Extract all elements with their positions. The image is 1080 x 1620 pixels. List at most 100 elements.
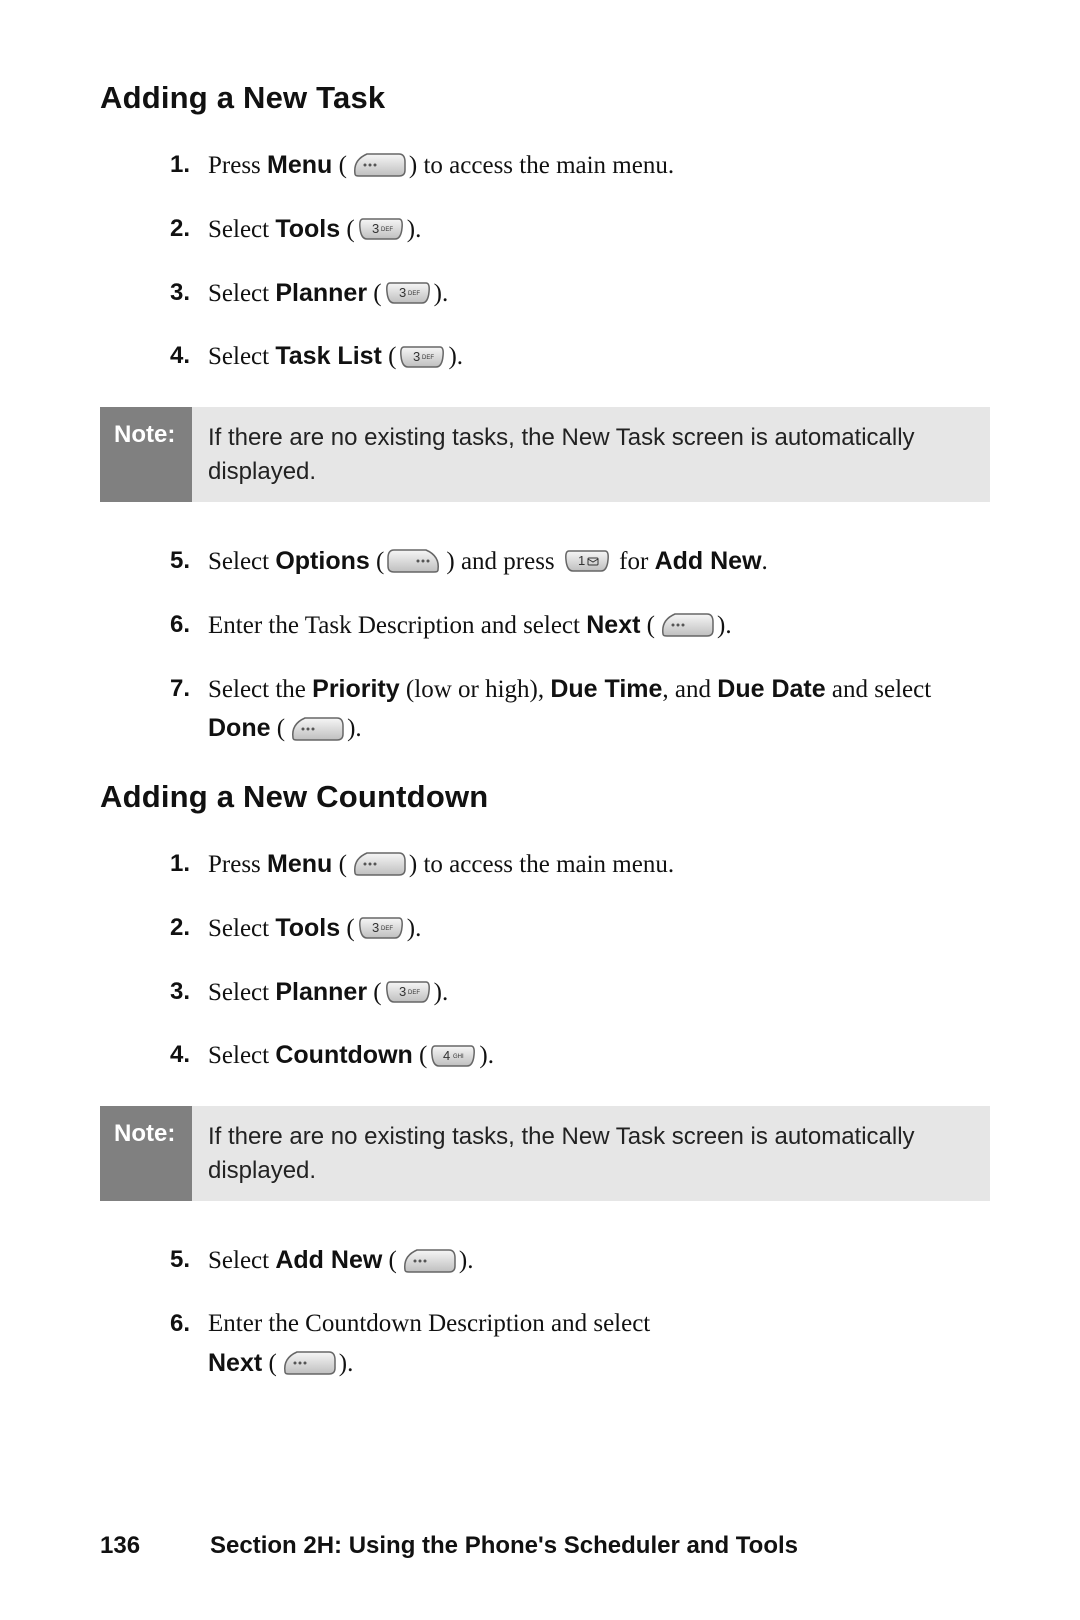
paren-close: ) xyxy=(446,548,454,575)
step-text: . xyxy=(762,548,768,575)
step-text: Select xyxy=(208,1247,275,1274)
step-bold: Tools xyxy=(275,215,340,243)
step-text: and press xyxy=(455,548,561,575)
step-bold: Add New xyxy=(655,547,762,575)
step-text: to access the main menu. xyxy=(423,152,674,179)
step-text: Select xyxy=(208,343,275,370)
step-item: 4. Select Task List (3DEF). xyxy=(170,337,990,377)
svg-text:DEF: DEF xyxy=(381,926,393,932)
paren-close: ) xyxy=(479,1042,487,1069)
step-item: 5. Select Add New (). xyxy=(170,1241,990,1281)
heading-adding-new-countdown: Adding a New Countdown xyxy=(100,779,990,815)
softkey-left-icon xyxy=(349,849,407,879)
paren-open: ( xyxy=(389,1247,397,1274)
step-text: Press xyxy=(208,851,267,878)
svg-text:4: 4 xyxy=(443,1048,450,1063)
step-text: . xyxy=(467,1247,473,1274)
step-text: . xyxy=(442,280,448,307)
step-item: 3. Select Planner (3DEF). xyxy=(170,274,990,314)
step-bold: Next xyxy=(208,1349,262,1377)
paren-close: ) xyxy=(409,851,424,878)
step-text: Select xyxy=(208,548,275,575)
step-bold: Due Date xyxy=(717,675,825,703)
step-item: 1. Press Menu () to access the main menu… xyxy=(170,845,990,885)
svg-text:GHI: GHI xyxy=(453,1054,464,1060)
step-bold: Countdown xyxy=(275,1041,412,1069)
step-text: Select xyxy=(208,979,275,1006)
svg-text:DEF: DEF xyxy=(408,291,420,297)
heading-adding-new-task: Adding a New Task xyxy=(100,80,990,116)
step-text: . xyxy=(488,1042,494,1069)
step-number: 7. xyxy=(170,670,190,707)
step-item: 7. Select the Priority (low or high), Du… xyxy=(170,670,990,750)
step-text: , and xyxy=(662,676,717,703)
key-3-icon: 3DEF xyxy=(384,280,432,306)
step-item: 2. Select Tools (3DEF). xyxy=(170,210,990,250)
step-number: 2. xyxy=(170,909,190,946)
svg-text:3: 3 xyxy=(372,221,379,236)
section-label: Section 2H: Using the Phone's Scheduler … xyxy=(210,1532,798,1560)
svg-text:3: 3 xyxy=(413,349,420,364)
step-bold: Planner xyxy=(275,978,367,1006)
key-4-icon: 4GHI xyxy=(429,1043,477,1069)
key-3-icon: 3DEF xyxy=(384,979,432,1005)
paren-open: ( xyxy=(373,979,381,1006)
step-text: Select the xyxy=(208,676,312,703)
step-text: . xyxy=(725,612,731,639)
paren-close: ) xyxy=(448,343,456,370)
paren-open: ( xyxy=(376,548,384,575)
step-item: 5. Select Options () and press 1 for Add… xyxy=(170,542,990,582)
paren-open: ( xyxy=(268,1350,276,1377)
step-text: for xyxy=(613,548,655,575)
key-3-icon: 3DEF xyxy=(398,344,446,370)
step-number: 3. xyxy=(170,274,190,311)
paren-open: ( xyxy=(388,343,396,370)
paren-open: ( xyxy=(373,280,381,307)
step-text: Press xyxy=(208,152,267,179)
note-box: Note: If there are no existing tasks, th… xyxy=(100,1106,990,1201)
softkey-left-icon xyxy=(399,1246,457,1276)
step-number: 1. xyxy=(170,845,190,882)
step-text: . xyxy=(457,343,463,370)
step-text: Select xyxy=(208,1042,275,1069)
page-number: 136 xyxy=(100,1532,210,1560)
paren-open: ( xyxy=(339,851,347,878)
step-text: Select xyxy=(208,280,275,307)
steps-list-task-2: 5. Select Options () and press 1 for Add… xyxy=(100,542,990,749)
step-bold: Priority xyxy=(312,675,400,703)
steps-list-task-1: 1. Press Menu () to access the main menu… xyxy=(100,146,990,377)
step-bold: Next xyxy=(586,611,640,639)
step-text: (low or high), xyxy=(400,676,551,703)
paren-open: ( xyxy=(346,216,354,243)
steps-list-countdown-2: 5. Select Add New (). 6. Enter the Count… xyxy=(100,1241,990,1383)
key-3-icon: 3DEF xyxy=(357,915,405,941)
svg-text:1: 1 xyxy=(578,553,585,568)
paren-close: ) xyxy=(459,1247,467,1274)
key-3-icon: 3DEF xyxy=(357,216,405,242)
page-footer: 136 Section 2H: Using the Phone's Schedu… xyxy=(100,1532,990,1560)
svg-text:DEF: DEF xyxy=(408,990,420,996)
step-text: Enter the Task Description and select xyxy=(208,612,586,639)
step-item: 6. Enter the Task Description and select… xyxy=(170,606,990,646)
step-text: . xyxy=(347,1350,353,1377)
note-body: If there are no existing tasks, the New … xyxy=(192,1106,990,1201)
step-number: 1. xyxy=(170,146,190,183)
step-bold: Done xyxy=(208,714,271,742)
step-text: . xyxy=(415,216,421,243)
paren-open: ( xyxy=(647,612,655,639)
step-number: 5. xyxy=(170,542,190,579)
step-number: 5. xyxy=(170,1241,190,1278)
step-item: 1. Press Menu () to access the main menu… xyxy=(170,146,990,186)
step-bold: Add New xyxy=(275,1246,382,1274)
note-box: Note: If there are no existing tasks, th… xyxy=(100,407,990,502)
softkey-left-icon xyxy=(287,714,345,744)
paren-close: ) xyxy=(409,152,424,179)
step-number: 2. xyxy=(170,210,190,247)
step-text: Select xyxy=(208,915,275,942)
softkey-right-icon xyxy=(386,546,444,576)
step-item: 2. Select Tools (3DEF). xyxy=(170,909,990,949)
step-number: 6. xyxy=(170,1305,190,1342)
step-bold: Task List xyxy=(275,342,382,370)
softkey-left-icon xyxy=(349,150,407,180)
step-text: . xyxy=(415,915,421,942)
